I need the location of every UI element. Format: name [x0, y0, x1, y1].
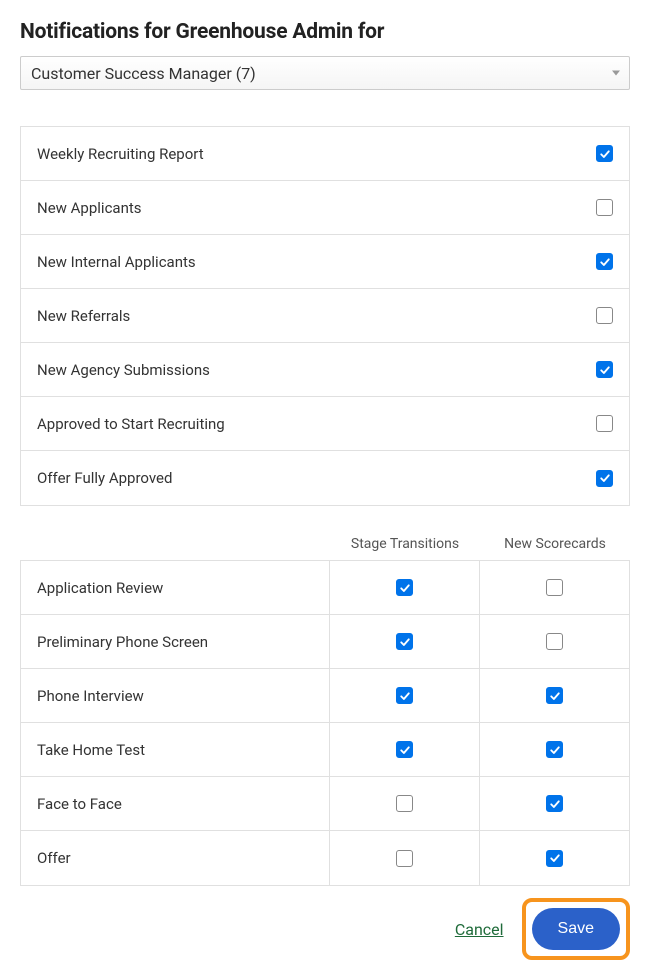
stage-row: Phone Interview	[21, 669, 629, 723]
column-header-transitions: Stage Transitions	[330, 536, 480, 552]
scorecards-checkbox[interactable]	[546, 579, 563, 596]
stage-label: Preliminary Phone Screen	[21, 617, 329, 667]
transitions-cell	[329, 723, 479, 776]
notification-checkbox[interactable]	[596, 361, 613, 378]
stage-label: Phone Interview	[21, 671, 329, 721]
save-highlight-box: Save	[522, 898, 630, 960]
scorecards-cell	[479, 723, 629, 776]
transitions-checkbox[interactable]	[396, 633, 413, 650]
scorecards-cell	[479, 831, 629, 885]
transitions-cell	[329, 615, 479, 668]
notification-row: New Agency Submissions	[21, 343, 629, 397]
notification-row: New Referrals	[21, 289, 629, 343]
notification-checkbox[interactable]	[596, 199, 613, 216]
column-header-scorecards: New Scorecards	[480, 536, 630, 552]
transitions-cell	[329, 777, 479, 830]
notification-checkbox[interactable]	[596, 253, 613, 270]
scorecards-checkbox[interactable]	[546, 633, 563, 650]
notification-checkbox[interactable]	[596, 307, 613, 324]
scorecards-cell	[479, 561, 629, 614]
dropdown-selected-value: Customer Success Manager (7)	[31, 64, 256, 83]
scorecards-cell	[479, 669, 629, 722]
footer: Cancel Save	[20, 898, 630, 960]
stage-row: Offer	[21, 831, 629, 885]
scorecards-checkbox[interactable]	[546, 795, 563, 812]
transitions-cell	[329, 669, 479, 722]
stage-row: Face to Face	[21, 777, 629, 831]
notification-row: Approved to Start Recruiting	[21, 397, 629, 451]
page-title: Notifications for Greenhouse Admin for	[20, 20, 630, 44]
transitions-checkbox[interactable]	[396, 850, 413, 867]
notification-label: New Referrals	[37, 307, 130, 325]
notification-label: New Internal Applicants	[37, 253, 196, 271]
stage-label: Application Review	[21, 563, 329, 613]
transitions-checkbox[interactable]	[396, 741, 413, 758]
notification-row: Offer Fully Approved	[21, 451, 629, 505]
transitions-checkbox[interactable]	[396, 579, 413, 596]
transitions-checkbox[interactable]	[396, 795, 413, 812]
stage-label: Take Home Test	[21, 725, 329, 775]
notification-row: New Internal Applicants	[21, 235, 629, 289]
notification-row: Weekly Recruiting Report	[21, 127, 629, 181]
scorecards-cell	[479, 615, 629, 668]
scorecards-checkbox[interactable]	[546, 687, 563, 704]
role-dropdown[interactable]: Customer Success Manager (7)	[20, 56, 630, 90]
chevron-down-icon	[612, 71, 620, 76]
scorecards-cell	[479, 777, 629, 830]
stage-row: Take Home Test	[21, 723, 629, 777]
stage-header: Stage Transitions New Scorecards	[20, 536, 630, 560]
notification-checkbox[interactable]	[596, 470, 613, 487]
notification-label: Approved to Start Recruiting	[37, 415, 225, 433]
notification-label: Weekly Recruiting Report	[37, 145, 204, 163]
transitions-cell	[329, 831, 479, 885]
stage-section: Stage Transitions New Scorecards Applica…	[20, 536, 630, 886]
notification-checkbox[interactable]	[596, 145, 613, 162]
transitions-checkbox[interactable]	[396, 687, 413, 704]
cancel-link[interactable]: Cancel	[455, 920, 504, 939]
notification-label: New Agency Submissions	[37, 361, 210, 379]
stage-label: Face to Face	[21, 779, 329, 829]
notification-checkbox[interactable]	[596, 415, 613, 432]
scorecards-checkbox[interactable]	[546, 741, 563, 758]
notification-row: New Applicants	[21, 181, 629, 235]
stage-table: Application ReviewPreliminary Phone Scre…	[20, 560, 630, 886]
stage-label: Offer	[21, 833, 329, 883]
transitions-cell	[329, 561, 479, 614]
save-button[interactable]: Save	[532, 908, 620, 950]
stage-row: Preliminary Phone Screen	[21, 615, 629, 669]
notification-label: New Applicants	[37, 199, 142, 217]
scorecards-checkbox[interactable]	[546, 850, 563, 867]
notification-label: Offer Fully Approved	[37, 469, 172, 487]
notifications-table: Weekly Recruiting Report New Applicants Ne…	[20, 126, 630, 506]
stage-row: Application Review	[21, 561, 629, 615]
